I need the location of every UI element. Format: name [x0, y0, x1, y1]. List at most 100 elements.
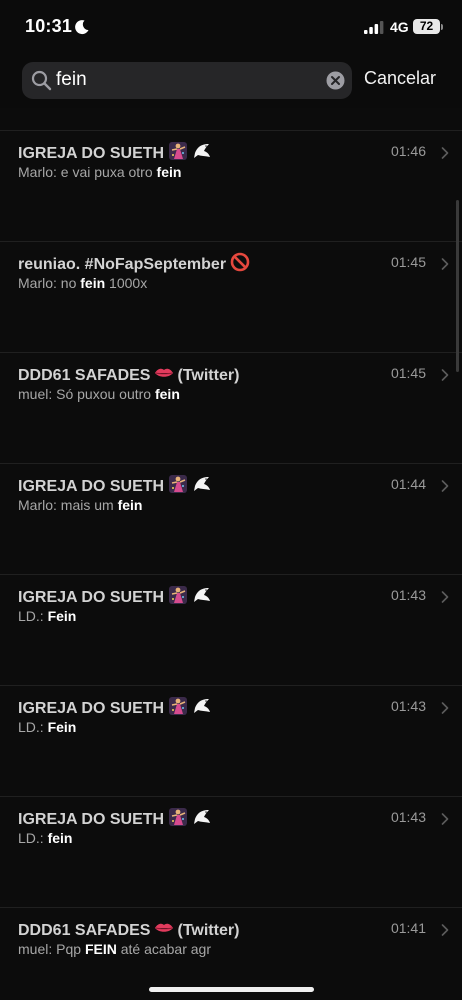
search-match-highlight: fein	[47, 830, 73, 846]
dancer-icon	[168, 474, 188, 499]
message-sender: muel:	[18, 941, 53, 957]
search-match-highlight: fein	[80, 275, 106, 291]
message-time: 01:43	[390, 809, 426, 825]
chat-title-text: IGREJA DO SUETH	[18, 589, 165, 606]
message-text: Pqp	[52, 941, 85, 957]
clear-search-icon[interactable]	[326, 71, 345, 90]
message-time: 01:41	[390, 920, 426, 936]
dove-icon	[192, 141, 212, 166]
search-match-highlight: fein	[117, 497, 143, 513]
message-snippet: LD.: Fein	[18, 719, 76, 735]
chat-title: DDD61 SAFADES (Twitter)	[18, 918, 239, 943]
message-snippet: LD.: fein	[18, 830, 72, 846]
dove-icon	[192, 585, 212, 610]
dancer-icon	[168, 696, 188, 721]
message-sender: LD.:	[18, 608, 44, 624]
signal-icon	[364, 21, 384, 34]
chevron-right-icon	[441, 923, 449, 936]
message-time: 01:43	[390, 698, 426, 714]
message-snippet: Marlo: no fein 1000x	[18, 275, 147, 291]
message-sender: LD.:	[18, 719, 44, 735]
scroll-indicator[interactable]	[456, 200, 459, 372]
message-snippet: muel: Só puxou outro fein	[18, 386, 180, 402]
message-time: 01:45	[390, 365, 426, 381]
message-sender: Marlo:	[18, 164, 57, 180]
chevron-right-icon	[441, 590, 449, 603]
search-match-highlight: fein	[154, 386, 180, 402]
lips-icon	[154, 918, 174, 943]
message-text-rest: 1000x	[105, 275, 148, 291]
chat-title-text: reuniao. #NoFapSeptember	[18, 256, 227, 273]
search-input[interactable]: fein	[22, 62, 352, 99]
message-sender: muel:	[18, 386, 53, 402]
message-text-rest: até acabar agr	[116, 941, 211, 957]
chevron-right-icon	[441, 701, 449, 714]
chat-title-text: DDD61 SAFADES	[18, 367, 151, 384]
message-snippet: Marlo: mais um fein	[18, 497, 142, 513]
message-snippet: Marlo: e vai puxa otro fein	[18, 164, 181, 180]
message-time: 01:46	[390, 143, 426, 159]
chat-title: IGREJA DO SUETH	[18, 585, 212, 610]
chat-title-text: IGREJA DO SUETH	[18, 478, 165, 495]
message-text: e vai puxa otro	[56, 164, 157, 180]
network-label: 4G	[390, 19, 409, 35]
search-match-highlight: FEIN	[84, 941, 117, 957]
dancer-icon	[168, 585, 188, 610]
chat-title: IGREJA DO SUETH	[18, 474, 212, 499]
cancel-button[interactable]: Cancelar	[364, 68, 436, 89]
message-text: mais um	[56, 497, 118, 513]
chevron-right-icon	[441, 368, 449, 381]
message-time: 01:43	[390, 587, 426, 603]
message-sender: Marlo:	[18, 275, 57, 291]
chat-title-text: DDD61 SAFADES	[18, 922, 151, 939]
chevron-right-icon	[441, 146, 449, 159]
chat-title-text: IGREJA DO SUETH	[18, 700, 165, 717]
search-match-highlight: fein	[156, 164, 182, 180]
message-snippet: LD.: Fein	[18, 608, 76, 624]
dancer-icon	[168, 141, 188, 166]
chat-title-text: IGREJA DO SUETH	[18, 811, 165, 828]
chat-title: IGREJA DO SUETH	[18, 696, 212, 721]
message-text: Só puxou outro	[52, 386, 155, 402]
status-bar: 10:31 4G 72	[0, 0, 462, 56]
chat-result-row[interactable]: IGREJA DO SUETH 01:44 Marlo: mais um fein	[0, 463, 462, 575]
chevron-right-icon	[441, 257, 449, 270]
message-time: 01:44	[390, 476, 426, 492]
search-results-list: IGREJA DO SUETH 01:46 Marlo: e vai puxa ot…	[0, 108, 462, 1000]
status-time: 10:31	[25, 16, 73, 36]
chat-title: reuniao. #NoFapSeptember	[18, 252, 250, 277]
search-header: fein Cancelar	[0, 56, 462, 109]
search-match-highlight: Fein	[47, 719, 77, 735]
chat-title-suffix: (Twitter)	[177, 922, 240, 939]
message-snippet: muel: Pqp FEIN até acabar agr	[18, 941, 211, 957]
chat-title-suffix: (Twitter)	[177, 367, 240, 384]
chat-result-row[interactable]: IGREJA DO SUETH 01:43 LD.: Fein	[0, 574, 462, 686]
chat-title: IGREJA DO SUETH	[18, 807, 212, 832]
chevron-right-icon	[441, 479, 449, 492]
search-match-highlight: Fein	[47, 608, 77, 624]
dove-icon	[192, 807, 212, 832]
chevron-right-icon	[441, 812, 449, 825]
search-query[interactable]: fein	[56, 69, 87, 91]
message-time: 01:45	[390, 254, 426, 270]
prohibited-icon	[230, 252, 250, 277]
chat-title: DDD61 SAFADES (Twitter)	[18, 363, 239, 388]
chat-result-row[interactable]: reuniao. #NoFapSeptember 01:45 Marlo: no f…	[0, 241, 462, 353]
battery-icon: 72	[413, 19, 440, 34]
lips-icon	[154, 363, 174, 388]
chat-title-text: IGREJA DO SUETH	[18, 145, 165, 162]
dove-icon	[192, 696, 212, 721]
chat-result-row[interactable]: IGREJA DO SUETH 01:46 Marlo: e vai puxa ot…	[0, 130, 462, 242]
moon-icon	[75, 20, 89, 35]
chat-title: IGREJA DO SUETH	[18, 141, 212, 166]
message-sender: Marlo:	[18, 497, 57, 513]
message-sender: LD.:	[18, 830, 44, 846]
home-indicator[interactable]	[149, 987, 314, 992]
chat-result-row[interactable]: IGREJA DO SUETH 01:43 LD.: Fein	[0, 685, 462, 797]
chat-result-row[interactable]: IGREJA DO SUETH 01:43 LD.: fein	[0, 796, 462, 908]
dancer-icon	[168, 807, 188, 832]
search-icon	[31, 70, 52, 91]
dove-icon	[192, 474, 212, 499]
chat-result-row[interactable]: DDD61 SAFADES (Twitter) 01:45 muel: Só puxo…	[0, 352, 462, 464]
battery-cap	[441, 24, 443, 30]
